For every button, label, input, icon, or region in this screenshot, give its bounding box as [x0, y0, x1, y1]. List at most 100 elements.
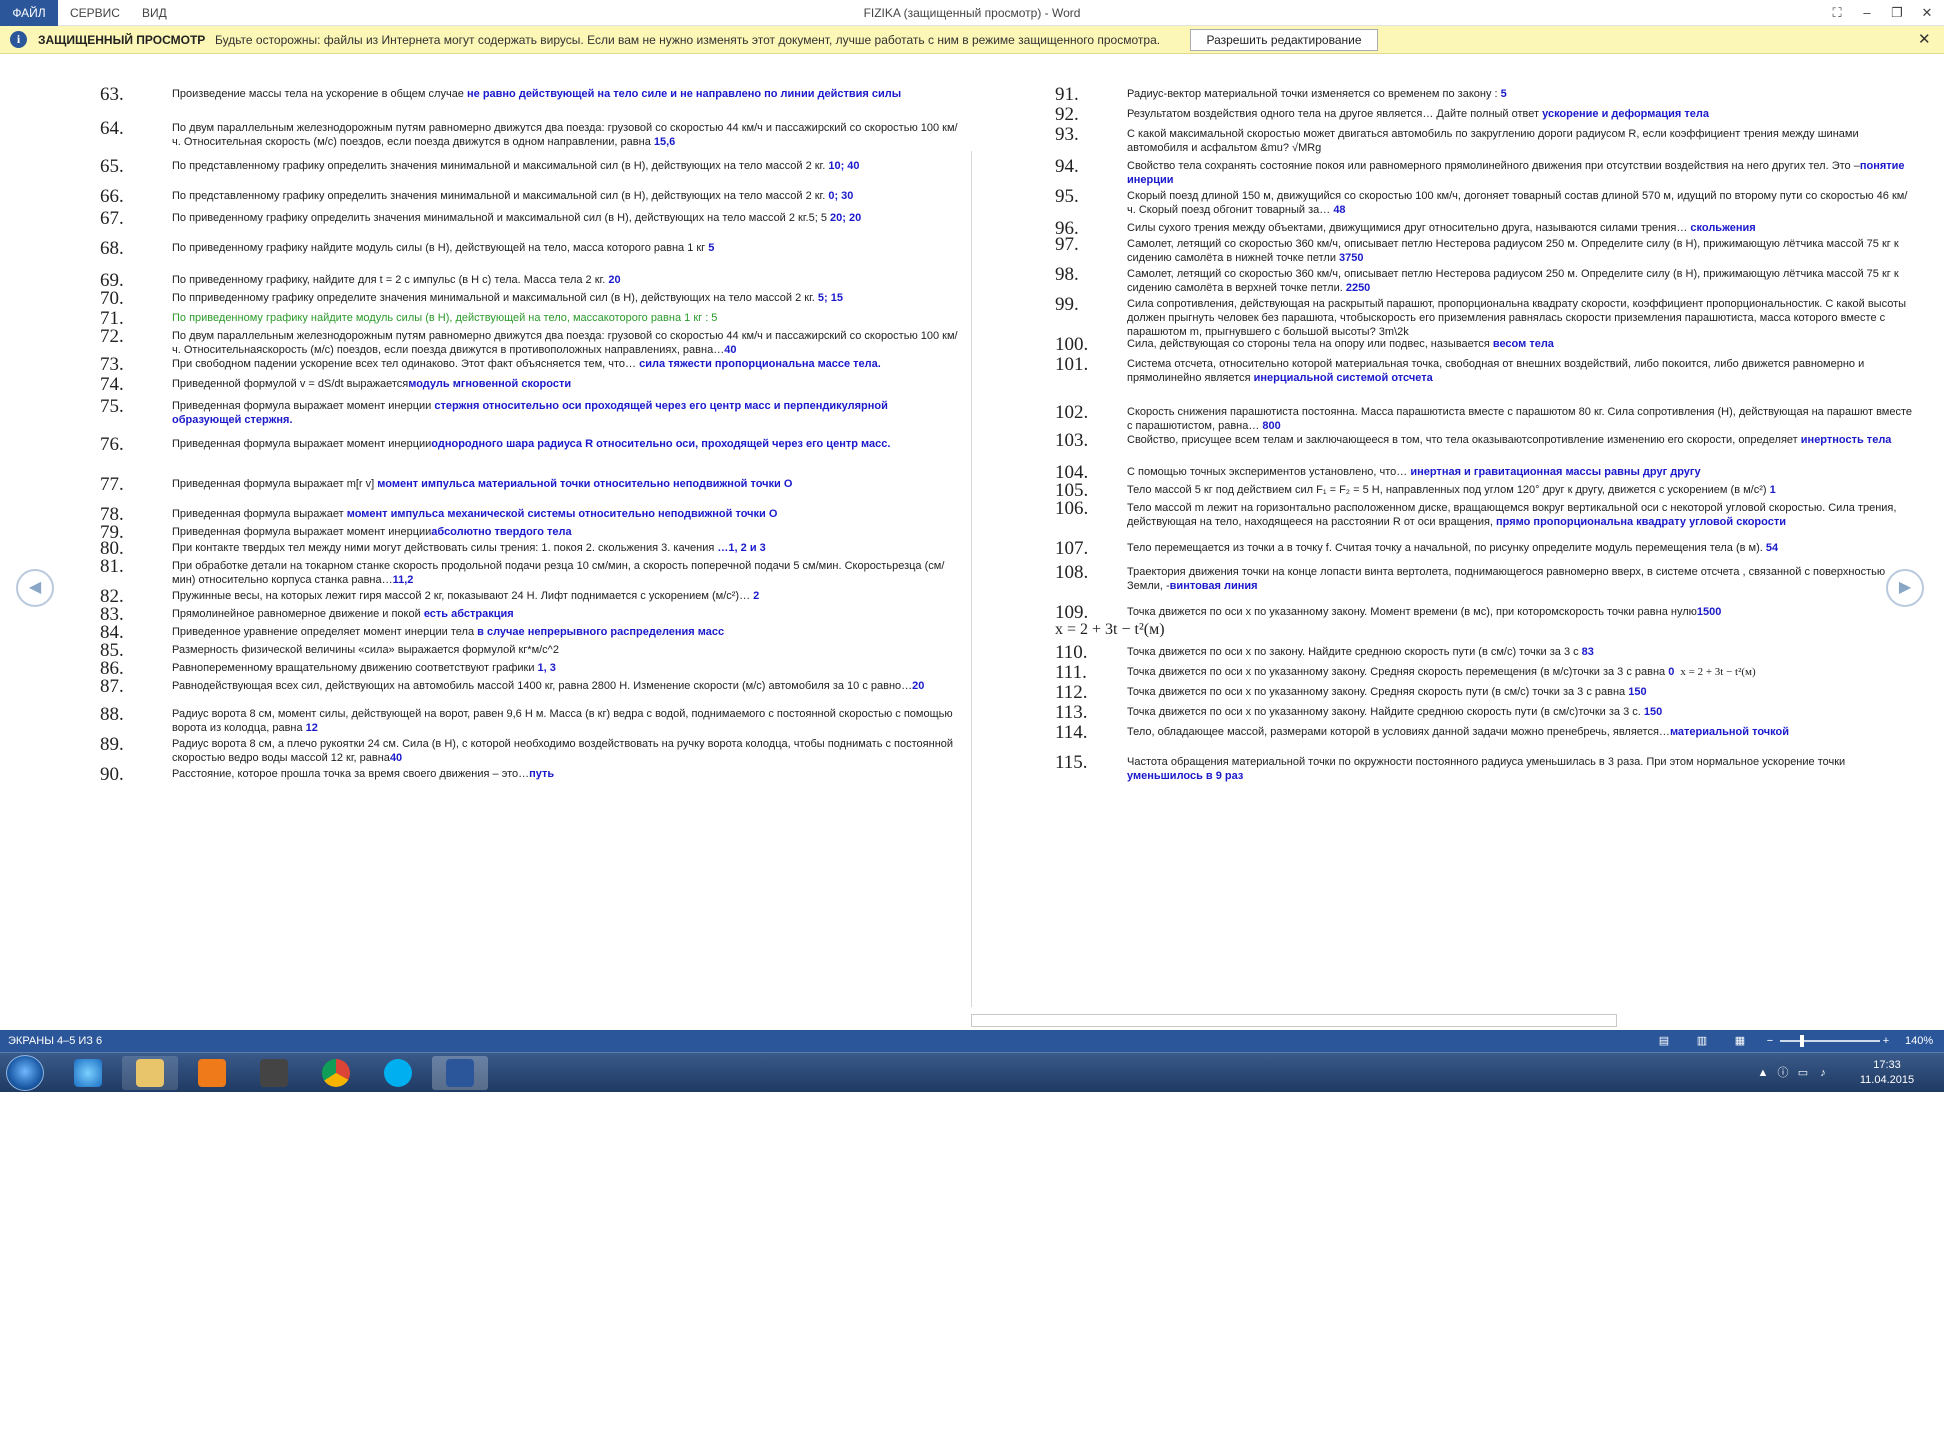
question-text-block: По двум параллельным железнодорожным пут…	[100, 121, 960, 149]
question-text-block: Тело массой m лежит на горизонтально рас…	[1055, 501, 1915, 529]
fullscreen-icon[interactable]: ⛶	[1822, 0, 1852, 26]
question-text: Равнодействующая всех сил, действующих н…	[172, 680, 913, 692]
question-item: 83. Прямолинейное равномерное движение и …	[100, 604, 960, 625]
zoom-out-icon[interactable]: −	[1762, 1034, 1778, 1048]
page-right: 91. Радиус-вектор материальной точки изме…	[1055, 65, 1925, 1025]
question-number: 97.	[1055, 234, 1079, 255]
answer-text: 20; 20	[830, 212, 862, 224]
question-text: Свойство, присущее всем телам и заключаю…	[1127, 434, 1801, 446]
answer-text: 20	[912, 680, 925, 692]
question-number: 66.	[100, 186, 124, 207]
answer-text: однородного шара радиуса R относительно …	[431, 438, 891, 450]
question-item: 109. Точка движется по оси х по указанном…	[1055, 602, 1915, 639]
skype-icon[interactable]	[370, 1056, 426, 1090]
zoom-slider-thumb[interactable]	[1800, 1035, 1804, 1047]
horizontal-scrollbar[interactable]	[971, 1014, 1617, 1027]
zoom-in-icon[interactable]: +	[1878, 1034, 1894, 1048]
clock-time: 17:33	[1873, 1059, 1901, 1071]
tab-service[interactable]: СЕРВИС	[70, 0, 120, 26]
question-text: Размерность физической величины «сила» в…	[172, 644, 559, 656]
question-item: 113. Точка движется по оси х по указанном…	[1055, 702, 1915, 723]
start-button[interactable]	[6, 1055, 44, 1091]
question-number: 94.	[1055, 156, 1079, 177]
question-text-block: Система отсчета, относительно которой ма…	[1055, 357, 1915, 385]
web-layout-icon[interactable]: ▦	[1732, 1034, 1748, 1048]
show-desktop-button[interactable]	[1926, 1066, 1940, 1080]
next-screen-arrow-icon[interactable]: ▶	[1886, 569, 1924, 607]
zoom-level[interactable]: 140%	[1905, 1030, 1933, 1052]
question-text: Свойство тела сохранять состояние покоя …	[1127, 160, 1860, 172]
question-text: По пприведенному графику определите знач…	[172, 292, 818, 304]
tray-info-icon[interactable]: ⓘ	[1776, 1066, 1790, 1080]
question-item: 70. По пприведенному графику определите з…	[100, 288, 960, 309]
question-text: Приведенная формула выражает момент инер…	[172, 400, 435, 412]
question-text: Результатом воздействия одного тела на д…	[1127, 108, 1543, 120]
question-text-block: Результатом воздействия одного тела на д…	[1055, 107, 1915, 121]
question-item: 85. Размерность физической величины «сила…	[100, 640, 960, 661]
question-text-block: Приведенная формула выражает m[r v] моме…	[100, 477, 960, 491]
enable-editing-button[interactable]: Разрешить редактирование	[1190, 29, 1378, 51]
question-number: 100.	[1055, 334, 1089, 355]
restore-button[interactable]: ❐	[1882, 0, 1912, 26]
file-tab[interactable]: ФАЙЛ	[0, 0, 58, 26]
question-text-block: Скорый поезд длиной 150 м, движущийся со…	[1055, 189, 1915, 217]
zoom-slider[interactable]	[1780, 1040, 1880, 1042]
answer-text: прямо пропорциональна квадрату угловой с…	[1496, 516, 1786, 528]
answer-text: 0	[1668, 666, 1675, 678]
network-icon[interactable]: ▭	[1796, 1066, 1810, 1080]
close-bar-icon[interactable]: ✕	[1918, 26, 1931, 54]
minimize-button[interactable]: –	[1852, 0, 1882, 26]
question-item: 80. При контакте твердых тел между ними м…	[100, 538, 960, 559]
media-player-icon[interactable]	[184, 1056, 240, 1090]
close-window-button[interactable]: ✕	[1912, 0, 1942, 26]
question-item: 64. По двум параллельным железнодорожным …	[100, 118, 960, 149]
question-text: Расстояние, которое прошла точка за врем…	[172, 768, 530, 780]
question-item: 100. Сила, действующая со стороны тела на…	[1055, 334, 1915, 355]
question-text: Приведенная формула выражает m[r v]	[172, 478, 378, 490]
document-area[interactable]: 63. Произведение массы тела на ускорение …	[0, 55, 1944, 1030]
question-item: 103. Свойство, присущее всем телам и закл…	[1055, 430, 1915, 451]
question-text-block: С какой максимальной скоростью может дви…	[1055, 127, 1915, 155]
answer-text: материальной точкой	[1669, 726, 1789, 738]
read-mode-icon[interactable]: ▤	[1656, 1034, 1672, 1048]
answer-text: 150	[1628, 686, 1647, 698]
question-number: 88.	[100, 704, 124, 725]
print-layout-icon[interactable]: ▥	[1694, 1034, 1710, 1048]
question-item: 111. Точка движется по оси х по указанном…	[1055, 662, 1915, 683]
question-text: По представленному графику определить зн…	[172, 190, 829, 202]
question-text: С какой максимальной скоростью может дви…	[1127, 128, 1859, 154]
question-item: 77. Приведенная формула выражает m[r v] м…	[100, 474, 960, 495]
previous-screen-arrow-icon[interactable]: ◀	[16, 569, 54, 607]
question-item: 112. Точка движется по оси х по указанном…	[1055, 682, 1915, 703]
question-text: По приведенному графику найдите модуль с…	[172, 242, 709, 254]
clock[interactable]: 17:33 11.04.2015	[1842, 1058, 1932, 1088]
question-text: Приведенное уравнение определяет момент …	[172, 626, 478, 638]
volume-icon[interactable]: ♪	[1816, 1066, 1830, 1080]
word-icon[interactable]	[432, 1056, 488, 1090]
explorer-icon[interactable]	[122, 1056, 178, 1090]
game-app-icon[interactable]	[246, 1056, 302, 1090]
question-text: Точка движется по оси х по указанному за…	[1127, 686, 1629, 698]
chrome-icon[interactable]	[308, 1056, 364, 1090]
question-item: 105. Тело массой 5 кг под действием сил F…	[1055, 480, 1915, 501]
question-text: Точка движется по оси х по указанному за…	[1127, 706, 1644, 718]
question-number: 64.	[100, 118, 124, 139]
question-number: 98.	[1055, 264, 1079, 285]
question-item: 67. По приведенному графику определить зн…	[100, 208, 960, 229]
window-title: FIZIKA (защищенный просмотр) - Word	[863, 6, 1081, 20]
question-item: 63. Произведение массы тела на ускорение …	[100, 84, 960, 105]
question-text-block: По пприведенному графику определите знач…	[100, 291, 960, 305]
question-number: 68.	[100, 238, 124, 259]
question-item: 81. При обработке детали на токарном стан…	[100, 556, 960, 587]
tab-view[interactable]: ВИД	[142, 0, 167, 26]
answer-text: 11,2	[392, 574, 414, 586]
question-text: Прямолинейное равномерное движение и пок…	[172, 608, 424, 620]
question-number: 111.	[1055, 662, 1087, 683]
answer-text: 0; 30	[828, 190, 854, 202]
question-text: Приведенная формула выражает момент инер…	[172, 438, 432, 450]
question-item: 115. Частота обращения материальной точки…	[1055, 752, 1915, 783]
question-text: При контакте твердых тел между ними могу…	[172, 542, 718, 554]
tray-arrow-icon[interactable]: ▲	[1756, 1066, 1770, 1080]
question-text-block: Силы сухого трения между объектами, движ…	[1055, 221, 1915, 235]
ie-icon[interactable]	[60, 1056, 116, 1090]
